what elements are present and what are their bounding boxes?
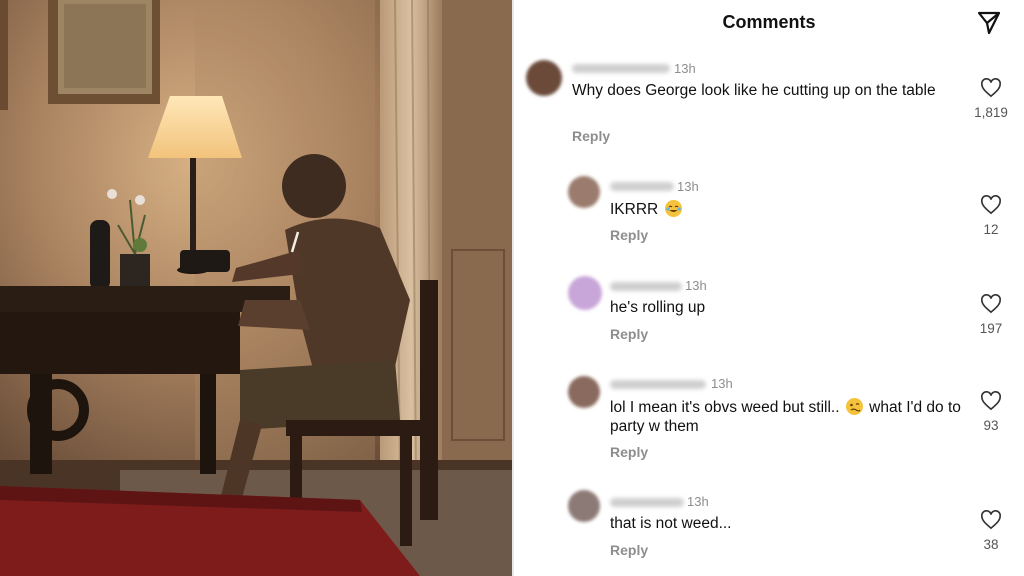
like-control: 38 [971,510,1011,552]
like-control: 93 [971,391,1011,433]
comment-time: 13h [685,278,707,293]
comment-item: 13h IKRRR Reply 12 [514,170,1024,260]
comment-item: 13h he's rolling up Reply 197 [514,270,1024,360]
comments-title: Comments [722,12,816,32]
comment-text: he's rolling up [610,299,706,316]
like-control: 12 [971,195,1011,237]
reply-button[interactable]: Reply [610,227,648,243]
avatar[interactable] [568,276,602,310]
avatar[interactable] [568,376,600,408]
comment-item: 13h lol I mean it's obvs weed but still.… [514,368,1024,468]
reply-button[interactable]: Reply [610,326,648,342]
comment-text-content: IKRRR [610,201,659,218]
woozy-face-emoji [845,398,863,415]
heart-icon[interactable] [980,294,1002,314]
username-blurred[interactable] [610,498,684,507]
username-blurred[interactable] [572,64,670,73]
reply-button[interactable]: Reply [610,444,648,460]
like-count: 93 [983,418,999,433]
avatar[interactable] [568,176,600,208]
comments-panel: Comments 13h Why does George look like h… [514,0,1024,576]
tears-of-joy-emoji [664,200,682,217]
comment-item: 13h Why does George look like he cutting… [514,52,1024,152]
heart-icon[interactable] [980,78,1002,98]
reply-button[interactable]: Reply [610,542,648,558]
username-blurred[interactable] [610,282,682,291]
comments-header: Comments [514,0,1024,46]
comment-text-part1: lol I mean it's obvs weed but still.. [610,399,840,416]
like-count: 1,819 [974,105,1008,120]
comment-text: IKRRR [610,200,910,219]
like-count: 197 [979,321,1003,336]
avatar[interactable] [568,490,600,522]
comment-text: lol I mean it's obvs weed but still.. wh… [610,398,966,436]
avatar[interactable] [526,60,562,96]
comment-time: 13h [711,376,733,391]
like-control: 1,819 [971,78,1011,120]
heart-icon[interactable] [980,510,1002,530]
like-count: 12 [983,222,999,237]
comment-text: Why does George look like he cutting up … [572,82,936,99]
username-blurred[interactable] [610,380,706,389]
like-control: 197 [971,294,1011,336]
comment-time: 13h [687,494,709,509]
reply-button[interactable]: Reply [572,128,610,144]
comment-text: that is not weed... [610,515,732,532]
heart-icon[interactable] [980,195,1002,215]
paper-plane-icon[interactable] [976,10,1002,36]
like-count: 38 [983,537,999,552]
photo-scene [0,0,512,576]
post-photo [0,0,512,576]
comment-time: 13h [677,179,699,194]
comment-item: 13h that is not weed... Reply 38 [514,486,1024,576]
heart-icon[interactable] [980,391,1002,411]
username-blurred[interactable] [610,182,674,191]
comment-time: 13h [674,61,696,76]
